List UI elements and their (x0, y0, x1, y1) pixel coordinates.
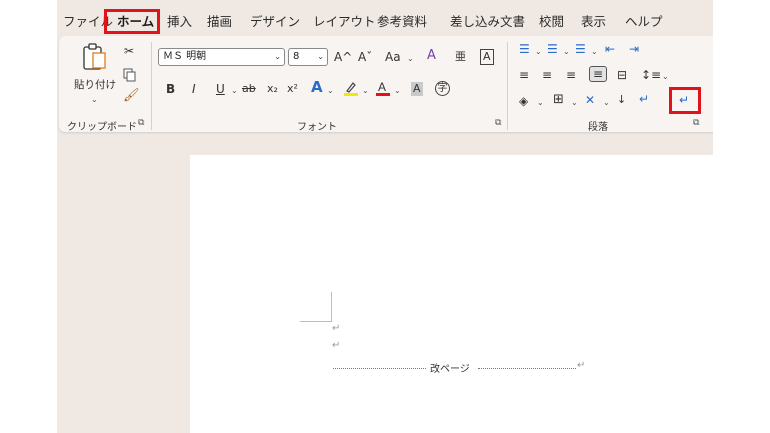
paste-icon[interactable] (81, 42, 107, 72)
chevron-down-icon[interactable]: ⌄ (563, 45, 570, 59)
home-tab-highlight (104, 9, 160, 34)
superscript-icon[interactable]: x² (287, 82, 298, 96)
highlight-color-icon[interactable] (343, 80, 359, 97)
page-break-label: 改ページ (430, 364, 470, 375)
shading-icon[interactable]: ◈ (519, 94, 528, 108)
phonetic-guide-icon[interactable]: 亜 (455, 50, 466, 64)
numbering-icon[interactable]: ☰ (547, 42, 558, 56)
borders-icon[interactable]: ⊞ (553, 93, 564, 107)
format-painter-icon[interactable]: 🖌 (123, 89, 140, 103)
font-group-label: フォント (297, 122, 337, 133)
grow-font-icon[interactable]: A^ (334, 50, 352, 64)
separator (507, 42, 508, 130)
chevron-down-icon: ⌄ (317, 52, 324, 61)
line-spacing-icon[interactable]: ↕≡ (641, 68, 661, 82)
decrease-indent-icon[interactable]: ⇤ (605, 42, 615, 56)
tab-mailings[interactable]: 差し込み文書 (450, 12, 525, 32)
asian-layout-icon[interactable]: ✕ (585, 93, 595, 107)
paragraph-mark: ↵ (332, 340, 341, 351)
chevron-down-icon[interactable]: ⌄ (362, 84, 369, 98)
tab-draw[interactable]: 描画 (207, 12, 232, 32)
strikethrough-icon[interactable]: ab (242, 82, 256, 96)
svg-text:A: A (378, 80, 386, 94)
font-color-icon[interactable]: A (375, 80, 391, 97)
tab-design[interactable]: デザイン (250, 12, 300, 32)
align-left-icon[interactable]: ≡ (519, 68, 529, 82)
character-border-icon[interactable]: A (480, 49, 494, 65)
separator (151, 42, 152, 130)
multilevel-list-icon[interactable]: ☰ (575, 42, 586, 56)
margin-corner-horizontal (300, 321, 331, 322)
font-launcher-icon[interactable]: ⧉ (495, 118, 501, 128)
chevron-down-icon[interactable]: ⌄ (537, 96, 544, 110)
paste-dropdown-icon[interactable]: ⌄ (91, 93, 98, 107)
chevron-down-icon[interactable]: ⌄ (407, 52, 414, 66)
tab-layout[interactable]: レイアウト (313, 12, 376, 32)
font-name-value: ＭＳ 明朝 (163, 51, 207, 62)
distributed-icon[interactable]: ⊟ (617, 68, 627, 82)
italic-icon[interactable]: I (192, 82, 196, 96)
chevron-down-icon: ⌄ (274, 52, 281, 61)
shrink-font-icon[interactable]: Aˇ (358, 50, 372, 64)
chevron-down-icon[interactable]: ⌄ (662, 70, 669, 84)
paste-label[interactable]: 貼り付け (74, 78, 116, 92)
margin-corner-vertical (331, 292, 332, 322)
paragraph-launcher-icon[interactable]: ⧉ (693, 118, 699, 128)
bullets-icon[interactable]: ☰ (519, 42, 530, 56)
chevron-down-icon[interactable]: ⌄ (591, 45, 598, 59)
increase-indent-icon[interactable]: ⇥ (629, 42, 639, 56)
clipboard-launcher-icon[interactable]: ⧉ (138, 118, 144, 128)
justify-icon[interactable]: ≡ (589, 66, 608, 82)
font-size-value: 8 (293, 51, 300, 62)
enclosed-character-icon[interactable]: 字 (435, 81, 450, 96)
chevron-down-icon[interactable]: ⌄ (603, 96, 610, 110)
chevron-down-icon[interactable]: ⌄ (394, 84, 401, 98)
chevron-down-icon[interactable]: ⌄ (231, 84, 238, 98)
underline-icon[interactable]: U (216, 82, 225, 96)
tab-references[interactable]: 参考資料 (377, 12, 427, 32)
clipboard-group-label: クリップボード (67, 122, 137, 133)
formatting-mark-arrow-icon[interactable]: ↵ (679, 93, 689, 107)
subscript-icon[interactable]: x₂ (267, 82, 278, 96)
tab-help[interactable]: ヘルプ (625, 12, 663, 32)
page-break-line-left (333, 368, 426, 369)
chevron-down-icon[interactable]: ⌄ (535, 45, 542, 59)
page-break-line-right (478, 368, 576, 369)
text-effects-icon[interactable]: A (311, 80, 323, 95)
change-case-icon[interactable]: Aa (385, 50, 401, 64)
align-right-icon[interactable]: ≡ (566, 68, 576, 82)
tab-review[interactable]: 校閲 (539, 12, 564, 32)
show-formatting-marks-icon[interactable]: ↵ (639, 92, 649, 106)
tab-view[interactable]: 表示 (581, 12, 606, 32)
paragraph-mark: ↵ (332, 323, 341, 334)
chevron-down-icon[interactable]: ⌄ (571, 96, 578, 110)
clear-formatting-icon[interactable]: A (427, 49, 436, 63)
font-size-combo[interactable]: 8 ⌄ (288, 48, 328, 66)
paragraph-group-label: 段落 (588, 122, 608, 133)
cut-icon[interactable]: ✂ (124, 44, 134, 58)
font-name-combo[interactable]: ＭＳ 明朝 ⌄ (158, 48, 285, 66)
bold-icon[interactable]: B (166, 82, 175, 96)
document-page[interactable] (190, 155, 713, 433)
tab-insert[interactable]: 挿入 (167, 12, 192, 32)
align-center-icon[interactable]: ≡ (542, 68, 552, 82)
chevron-down-icon[interactable]: ⌄ (327, 84, 334, 98)
character-shading-icon[interactable]: A (411, 82, 423, 96)
paragraph-mark: ↵ (577, 360, 586, 371)
copy-icon[interactable] (123, 68, 137, 82)
sort-icon[interactable]: ↓ (617, 93, 626, 107)
